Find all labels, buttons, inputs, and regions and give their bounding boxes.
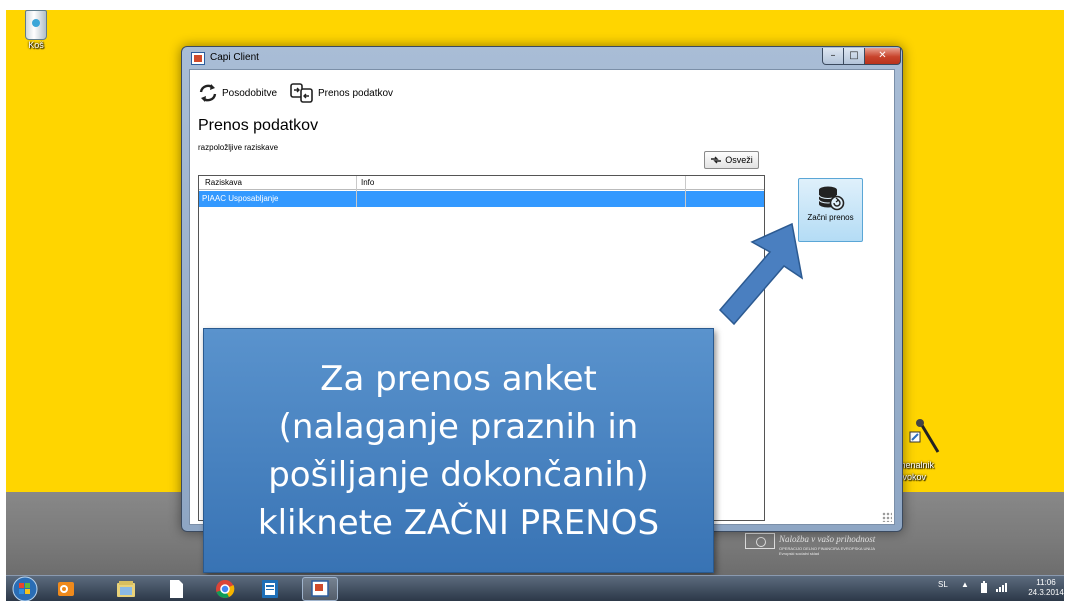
- pointer-arrow: [718, 222, 804, 326]
- recycle-bin-label: Koš: [28, 40, 44, 50]
- data-transfer-icon: [290, 83, 313, 103]
- file-explorer-icon[interactable]: [114, 578, 138, 600]
- instruction-line-4: kliknete ZAČNI PRENOS: [257, 502, 660, 543]
- table-row[interactable]: PIAAC Usposabljanje: [199, 191, 764, 207]
- refresh-label: Osveži: [725, 155, 753, 165]
- logo-line-3: Evropski socialni sklad: [779, 551, 820, 556]
- language-indicator[interactable]: SL: [938, 580, 948, 589]
- start-orb-icon[interactable]: [12, 576, 38, 601]
- updates-label: Posodobitve: [222, 87, 278, 99]
- logo-line-1: Naložba v vašo prihodnost: [779, 534, 876, 544]
- window-titlebar[interactable]: Capi Client – □ ✕: [182, 47, 902, 69]
- capi-client-app-icon: [191, 52, 205, 65]
- close-button[interactable]: ✕: [864, 48, 901, 65]
- instruction-text: Za prenos anket (nalaganje praznih in po…: [258, 355, 659, 547]
- updates-button[interactable]: Posodobitve: [198, 80, 277, 106]
- capi-client-taskbar-button[interactable]: [302, 577, 338, 601]
- sync-arrows-icon: [199, 84, 217, 102]
- column-divider: [685, 176, 686, 207]
- cell-raziskava: PIAAC Usposabljanje: [202, 194, 279, 203]
- column-divider: [356, 176, 357, 207]
- table-header: Raziskava Info: [199, 176, 764, 190]
- recycle-bin-icon: [25, 10, 47, 40]
- clock-date: 24.3.2014: [1028, 588, 1064, 597]
- eu-funding-logo: Naložba v vašo prihodnost OPERACIJO DELN…: [745, 531, 905, 561]
- window-title: Capi Client: [210, 52, 259, 63]
- column-header-info[interactable]: Info: [361, 178, 374, 187]
- transfer-data-label: Prenos podatkov: [318, 87, 394, 99]
- instruction-callout: Za prenos anket (nalaganje praznih in po…: [203, 328, 714, 573]
- document-icon[interactable]: [164, 578, 188, 600]
- clock-time: 11:06: [1036, 578, 1056, 587]
- signal-icon[interactable]: [996, 582, 1008, 592]
- system-clock[interactable]: 11:06 24.3.2014: [1028, 578, 1064, 598]
- refresh-arrows-icon: [711, 156, 722, 164]
- taskbar: SL ▲ 11:06 24.3.2014: [6, 575, 1064, 601]
- recycle-bin-shortcut[interactable]: Koš: [22, 10, 50, 60]
- microphone-icon: [909, 419, 940, 453]
- logo-frame-icon: [745, 533, 775, 549]
- transfer-data-button[interactable]: Prenos podatkov: [290, 80, 393, 106]
- column-header-raziskava[interactable]: Raziskava: [205, 178, 242, 187]
- resize-grip[interactable]: [882, 512, 892, 522]
- available-surveys-caption: razpoložljive raziskave: [198, 143, 279, 152]
- minimize-button[interactable]: –: [822, 48, 844, 65]
- maximize-button[interactable]: □: [843, 48, 865, 65]
- sound-recorder-shortcut[interactable]: menalnik zvokov: [898, 418, 960, 488]
- outlook-icon[interactable]: [54, 578, 78, 600]
- database-sync-icon: [818, 186, 844, 211]
- battery-icon[interactable]: [980, 581, 988, 593]
- instruction-line-2: (nalaganje praznih in: [278, 406, 639, 447]
- publisher-icon[interactable]: [258, 578, 282, 600]
- instruction-line-3: pošiljanje dokončanih): [268, 454, 649, 495]
- show-hidden-icons-icon[interactable]: ▲: [961, 580, 969, 589]
- sound-recorder-label-1: menalnik: [898, 460, 935, 470]
- instruction-line-1: Za prenos anket: [320, 358, 597, 399]
- page-title: Prenos podatkov: [198, 117, 319, 134]
- refresh-button[interactable]: Osveži: [704, 151, 759, 169]
- capi-client-taskbar-icon: [311, 580, 329, 597]
- chrome-icon[interactable]: [213, 578, 237, 600]
